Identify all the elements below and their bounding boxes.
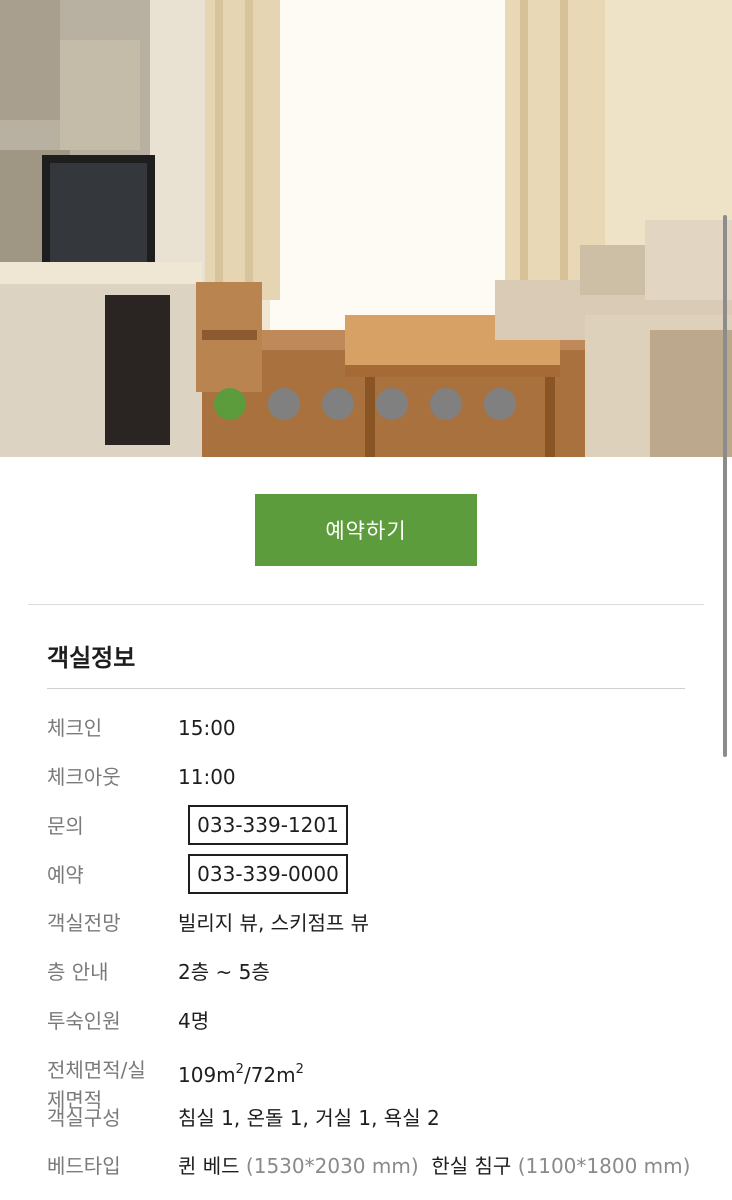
carousel-dot-3[interactable] <box>322 388 354 420</box>
view-value: 빌리지 뷰, 스키점프 뷰 <box>178 911 370 935</box>
composition-value: 침실 1, 온돌 1, 거실 1, 욕실 2 <box>178 1106 440 1130</box>
bed-label: 베드타입 <box>47 1154 121 1178</box>
checkout-label: 체크아웃 <box>47 765 121 789</box>
area-value: 109m2/72m2 <box>178 1062 304 1087</box>
capacity-value: 4명 <box>178 1009 210 1033</box>
reserve-button[interactable]: 예약하기 <box>255 494 477 566</box>
view-label: 객실전망 <box>47 911 121 935</box>
carousel-dot-5[interactable] <box>430 388 462 420</box>
floor-value: 2층 ~ 5층 <box>178 960 270 984</box>
inquiry-label: 문의 <box>47 814 84 838</box>
scrollbar[interactable] <box>723 215 727 757</box>
carousel-dot-2[interactable] <box>268 388 300 420</box>
inquiry-phone-link[interactable]: 033-339-1201 <box>188 805 348 845</box>
capacity-label: 투숙인원 <box>47 1009 121 1033</box>
carousel-indicators <box>214 388 516 420</box>
checkin-value: 15:00 <box>178 716 236 740</box>
checkout-value: 11:00 <box>178 765 236 789</box>
carousel-dot-6[interactable] <box>484 388 516 420</box>
bed-value: 퀸 베드 (1530*2030 mm) 한실 침구 (1100*1800 mm) <box>178 1154 691 1178</box>
room-photo-carousel[interactable] <box>0 0 732 457</box>
title-divider <box>47 688 685 689</box>
section-divider <box>28 604 704 605</box>
checkin-label: 체크인 <box>47 716 103 740</box>
reservation-phone-link[interactable]: 033-339-0000 <box>188 854 348 894</box>
floor-label: 층 안내 <box>47 960 109 984</box>
carousel-dot-4[interactable] <box>376 388 408 420</box>
carousel-dot-1[interactable] <box>214 388 246 420</box>
composition-label: 객실구성 <box>47 1106 121 1130</box>
reservation-label: 예약 <box>47 863 84 887</box>
room-info-title: 객실정보 <box>47 644 136 672</box>
